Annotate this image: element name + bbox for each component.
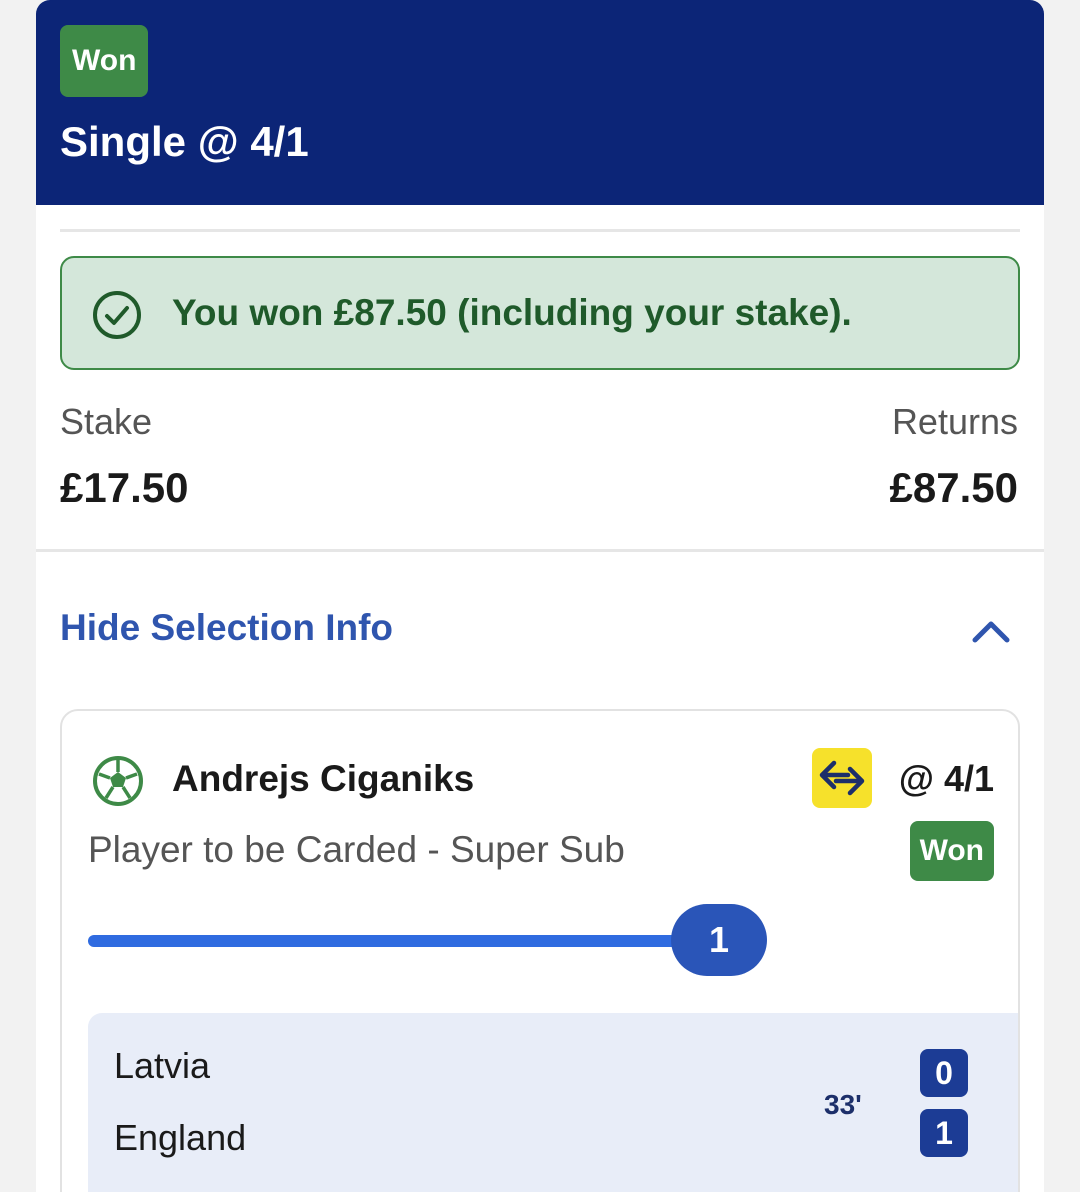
- progress-bar: [88, 935, 728, 947]
- football-icon: [93, 756, 143, 806]
- home-score: 0: [920, 1049, 968, 1097]
- away-team: England: [114, 1117, 247, 1158]
- chevron-up-icon[interactable]: [970, 612, 1012, 648]
- scoreboard: Latvia England 33' 0 1: [88, 1013, 1018, 1192]
- divider: [36, 549, 1044, 552]
- bet-card: Won Single @ 4/1 You won £87.50 (includi…: [36, 0, 1044, 1192]
- progress-count: 1: [671, 904, 767, 976]
- bet-title: Single @ 4/1: [60, 118, 309, 165]
- selection-card: Andrejs Ciganiks @ 4/1 Player to be Card…: [60, 709, 1020, 1192]
- match-time: 33': [824, 1089, 862, 1120]
- win-message: You won £87.50 (including your stake).: [172, 292, 852, 333]
- selection-status-badge: Won: [909, 821, 994, 881]
- check-circle-icon: [93, 291, 141, 339]
- returns-label: Returns: [891, 401, 1018, 442]
- away-score: 1: [920, 1109, 968, 1157]
- market-name: Player to be Carded - Super Sub: [88, 829, 625, 870]
- divider: [60, 229, 1020, 232]
- player-name: Andrejs Ciganiks: [172, 758, 475, 799]
- stake-value: £17.50: [60, 464, 189, 511]
- bet-header: Won Single @ 4/1: [36, 0, 1044, 205]
- hide-selection-info-link[interactable]: Hide Selection Info: [60, 602, 393, 654]
- home-team: Latvia: [114, 1045, 211, 1086]
- stake-label: Stake: [60, 401, 153, 442]
- bet-status-badge: Won: [60, 25, 149, 97]
- selection-odds: @ 4/1: [898, 758, 994, 799]
- win-alert: You won £87.50 (including your stake).: [60, 256, 1020, 370]
- super-sub-swap-icon: [812, 748, 872, 808]
- returns-value: £87.50: [889, 464, 1018, 511]
